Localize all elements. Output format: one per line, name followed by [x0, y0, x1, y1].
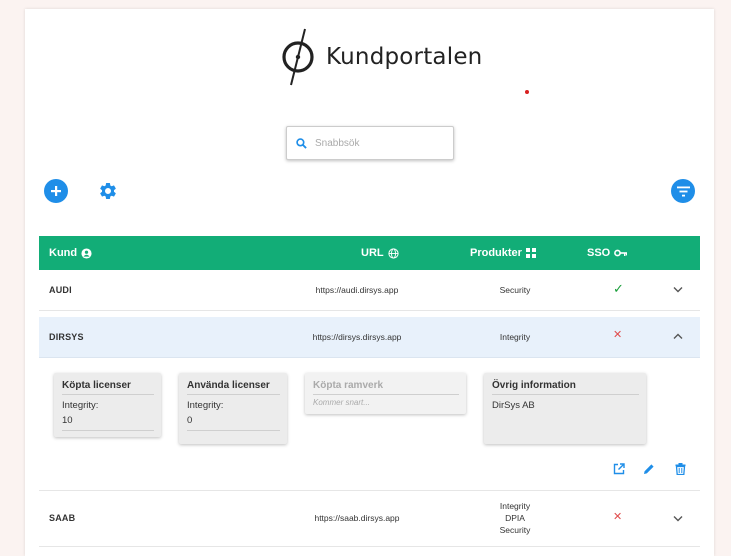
globe-icon	[388, 247, 399, 259]
table-header: Kund URL Produkter SSO	[39, 236, 700, 270]
plus-icon	[51, 186, 61, 196]
trash-icon	[675, 463, 685, 475]
gear-icon	[100, 182, 116, 199]
purchased-frameworks-card: Köpta ramverk Kommer snart...	[305, 373, 466, 414]
main-card: Kundportalen Kund	[25, 9, 714, 556]
customer-products: Security	[499, 285, 531, 295]
header-customer[interactable]: Kund	[49, 247, 92, 259]
customer-url: https://dirsys.dirsys.app	[312, 332, 402, 342]
customer-url: https://audi.dirsys.app	[315, 285, 399, 295]
key-icon	[614, 249, 628, 257]
chevron-down-icon	[673, 516, 683, 522]
sso-cross-icon: ✕	[613, 329, 623, 341]
table-row[interactable]: DIRSYS https://dirsys.dirsys.app Integri…	[39, 317, 700, 358]
header-sso[interactable]: SSO	[587, 247, 628, 259]
pencil-icon	[644, 464, 654, 474]
customer-name: DIRSYS	[49, 332, 84, 342]
sso-check-icon: ✓	[613, 281, 624, 296]
settings-button[interactable]	[96, 179, 120, 203]
used-licenses-card: Använda licenser Integrity: 0	[179, 373, 287, 444]
collapse-button[interactable]	[673, 332, 683, 342]
customer-name: AUDI	[49, 285, 72, 295]
chevron-up-icon	[673, 333, 683, 339]
chevron-down-icon	[673, 287, 683, 293]
expand-button[interactable]	[673, 285, 683, 295]
open-external-icon	[613, 463, 625, 475]
filter-button[interactable]	[671, 179, 695, 203]
app-title: Kundportalen	[326, 44, 483, 70]
header-products[interactable]: Produkter	[470, 247, 536, 259]
header-url[interactable]: URL	[361, 247, 399, 259]
grid-icon	[525, 248, 536, 258]
other-info-card: Övrig information DirSys AB	[484, 373, 646, 444]
search-box[interactable]	[286, 126, 454, 160]
purchased-licenses-card: Köpta licenser Integrity: 10	[54, 373, 161, 437]
customer-details: Köpta licenser Integrity: 10 Använda lic…	[39, 358, 700, 491]
edit-button[interactable]	[642, 462, 656, 476]
delete-button[interactable]	[673, 462, 687, 476]
customer-url: https://saab.dirsys.app	[314, 513, 400, 523]
customer-table: Kund URL Produkter SSO AUDI https://audi…	[39, 236, 700, 547]
search-input[interactable]	[315, 137, 435, 149]
filter-icon	[676, 186, 690, 196]
status-dot	[525, 90, 529, 94]
logo-icon	[282, 28, 314, 86]
app-logo: Kundportalen	[278, 25, 482, 89]
account-icon	[81, 247, 92, 259]
table-row[interactable]: AUDI https://audi.dirsys.app Security ✓	[39, 270, 700, 311]
sso-cross-icon: ✕	[613, 511, 623, 523]
add-customer-button[interactable]	[44, 179, 68, 203]
table-row[interactable]: SAAB https://saab.dirsys.app Integrity D…	[39, 491, 700, 547]
customer-products: Integrity	[499, 332, 531, 342]
customer-products: Integrity DPIA Security	[499, 501, 531, 535]
open-external-button[interactable]	[612, 462, 626, 476]
customer-name: SAAB	[49, 513, 76, 523]
search-icon	[296, 137, 307, 149]
expand-button[interactable]	[673, 514, 683, 524]
